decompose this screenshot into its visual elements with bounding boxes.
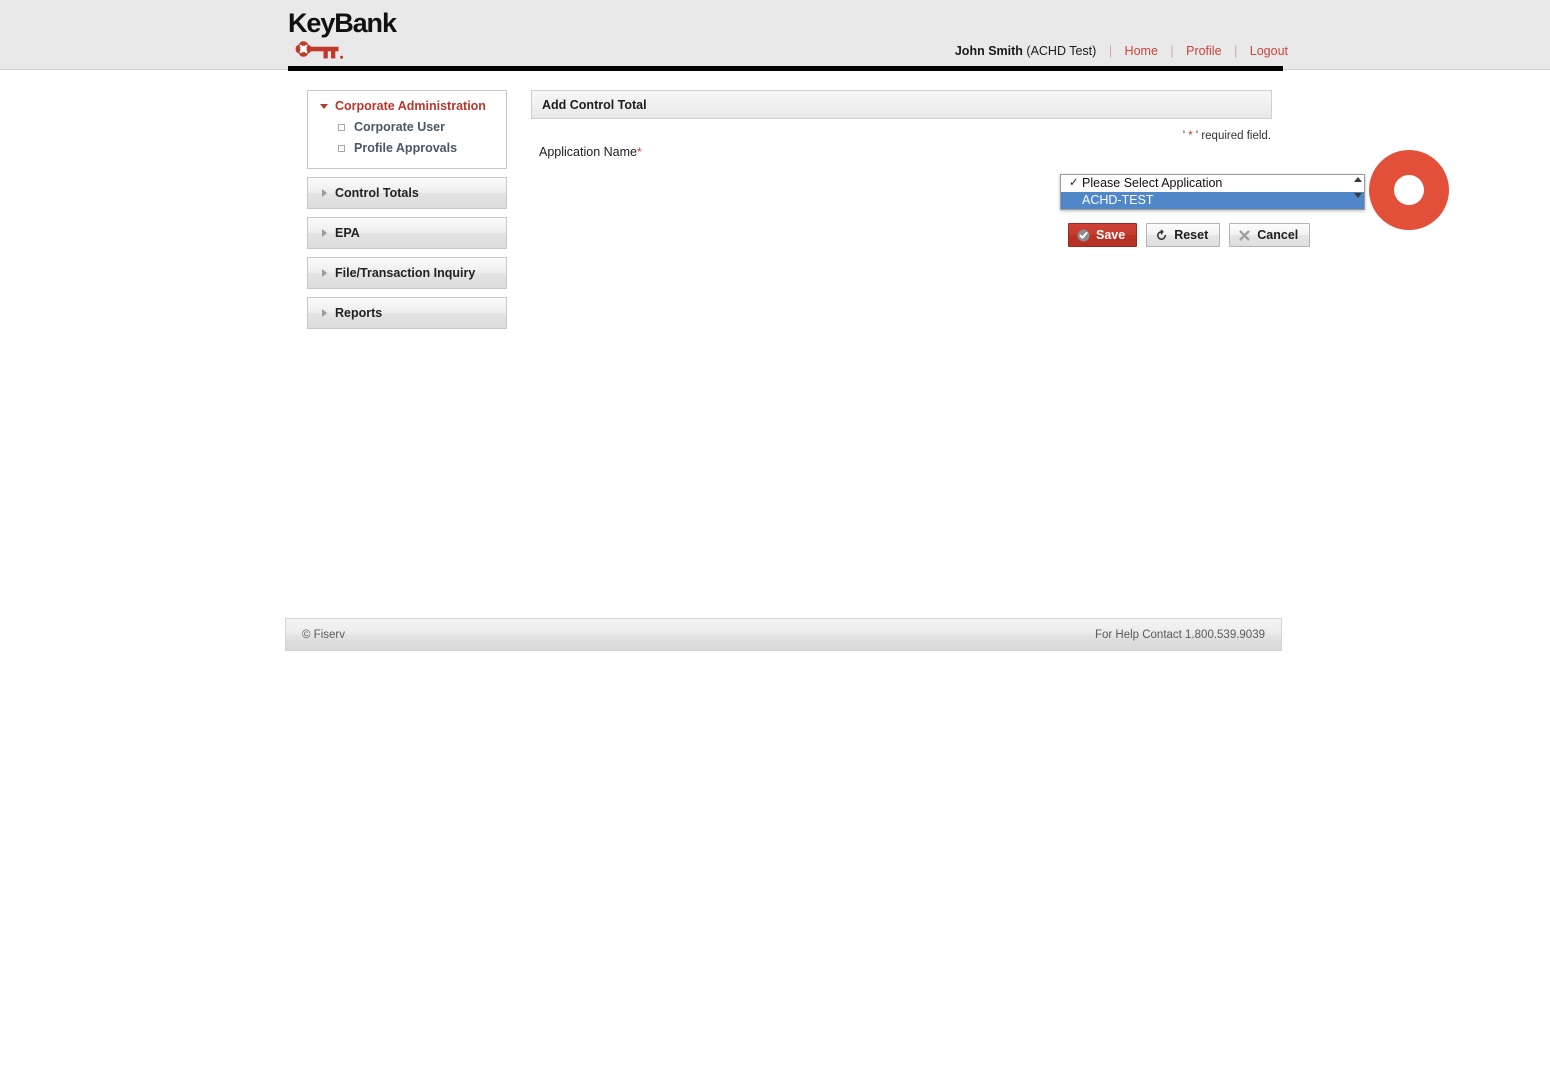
bullet-square-icon <box>338 145 345 152</box>
select-option-label: ACHD-TEST <box>1082 193 1154 207</box>
sidebar-item-control-totals[interactable]: Control Totals <box>308 178 506 208</box>
required-asterisk-icon: * <box>636 145 642 159</box>
footer-help-contact: For Help Contact 1.800.539.9039 <box>1094 628 1265 641</box>
sidebar-group-file-transaction-inquiry: File/Transaction Inquiry <box>307 257 507 289</box>
form-action-buttons: Save Reset Cancel <box>1068 223 1311 247</box>
sidebar-group-corporate-administration: Corporate Administration Corporate User … <box>307 90 507 169</box>
sidebar-item-profile-approvals[interactable]: Profile Approvals <box>308 138 506 159</box>
page-header: KeyBank John Smith (ACHD Test) | Home | … <box>0 0 1550 70</box>
sidebar-item-corporate-user[interactable]: Corporate User <box>308 117 506 138</box>
sidebar-subitem-label: Corporate User <box>354 120 445 134</box>
chevron-right-icon <box>322 229 327 237</box>
sidebar-sublist-corporate-administration: Corporate User Profile Approvals <box>308 117 506 168</box>
click-indicator-icon <box>1369 150 1449 230</box>
reset-button-label: Reset <box>1174 228 1209 242</box>
sidebar-group-label: Corporate Administration <box>335 99 486 113</box>
sidebar-group-reports: Reports <box>307 297 507 329</box>
nav-link-home[interactable]: Home <box>1125 44 1158 58</box>
chevron-right-icon <box>322 189 327 197</box>
page-footer: © Fiserv For Help Contact 1.800.539.9039 <box>285 618 1282 651</box>
sidebar-group-label: Reports <box>335 306 383 320</box>
page-title: Add Control Total <box>542 97 647 112</box>
application-name-label: Application Name* <box>539 145 1272 159</box>
check-icon: ✓ <box>1069 177 1079 189</box>
sidebar-item-reports[interactable]: Reports <box>308 298 506 328</box>
header-divider-rule <box>288 66 1283 71</box>
nav-link-profile[interactable]: Profile <box>1186 44 1221 58</box>
close-x-icon <box>1238 229 1251 242</box>
bullet-square-icon <box>338 124 345 131</box>
required-field-note: ' * ' required field. <box>531 130 1272 142</box>
select-stepper-arrows[interactable] <box>1353 177 1362 198</box>
brand-name: KeyBank <box>288 8 397 38</box>
reset-button[interactable]: Reset <box>1146 223 1221 247</box>
main-content: Add Control Total ' * ' required field. … <box>531 90 1449 247</box>
sidebar-group-epa: EPA <box>307 217 507 249</box>
select-option-label: Please Select Application <box>1082 176 1223 190</box>
sidebar-nav: Corporate Administration Corporate User … <box>307 90 507 337</box>
cancel-button-label: Cancel <box>1257 228 1299 242</box>
check-circle-icon <box>1077 229 1090 242</box>
sidebar-item-epa[interactable]: EPA <box>308 218 506 248</box>
header-user-nav: John Smith (ACHD Test) | Home | Profile … <box>955 44 1288 58</box>
sidebar-group-label: File/Transaction Inquiry <box>335 266 476 280</box>
sidebar-subitem-label: Profile Approvals <box>354 141 458 155</box>
chevron-up-icon <box>1353 177 1362 182</box>
chevron-down-icon <box>1353 193 1362 198</box>
panel-header: Add Control Total <box>531 90 1272 119</box>
sidebar-group-label: EPA <box>335 226 360 240</box>
select-option-please-select-application[interactable]: ✓ Please Select Application <box>1061 175 1364 192</box>
save-button-label: Save <box>1096 228 1126 242</box>
save-button[interactable]: Save <box>1068 223 1138 247</box>
nav-link-logout[interactable]: Logout <box>1250 44 1288 58</box>
chevron-down-icon <box>320 103 328 109</box>
brand-logo[interactable]: KeyBank <box>288 8 488 66</box>
sidebar-group-control-totals: Control Totals <box>307 177 507 209</box>
nav-separator: | <box>1234 44 1238 58</box>
application-name-label-text: Application Name <box>539 145 637 159</box>
footer-copyright: © Fiserv <box>302 628 345 641</box>
application-name-select-popup[interactable]: ✓ Please Select Application ACHD-TEST <box>1060 174 1365 210</box>
sidebar-item-corporate-administration[interactable]: Corporate Administration <box>308 91 506 117</box>
sidebar-item-file-transaction-inquiry[interactable]: File/Transaction Inquiry <box>308 258 506 288</box>
header-user-org: (ACHD Test) <box>1026 44 1097 58</box>
select-option-achd-test[interactable]: ACHD-TEST <box>1061 192 1364 209</box>
chevron-right-icon <box>322 269 327 277</box>
keybank-key-logo-icon <box>289 39 488 66</box>
header-user-name: John Smith <box>954 44 1023 58</box>
sidebar-group-label: Control Totals <box>335 186 419 200</box>
cancel-button[interactable]: Cancel <box>1229 223 1311 247</box>
nav-separator: | <box>1170 44 1174 58</box>
refresh-icon <box>1155 229 1168 242</box>
required-note-suffix: ' required field. <box>1192 130 1271 142</box>
nav-separator: | <box>1108 44 1113 58</box>
application-name-field-block: Application Name* <box>531 145 1272 159</box>
chevron-right-icon <box>322 309 327 317</box>
